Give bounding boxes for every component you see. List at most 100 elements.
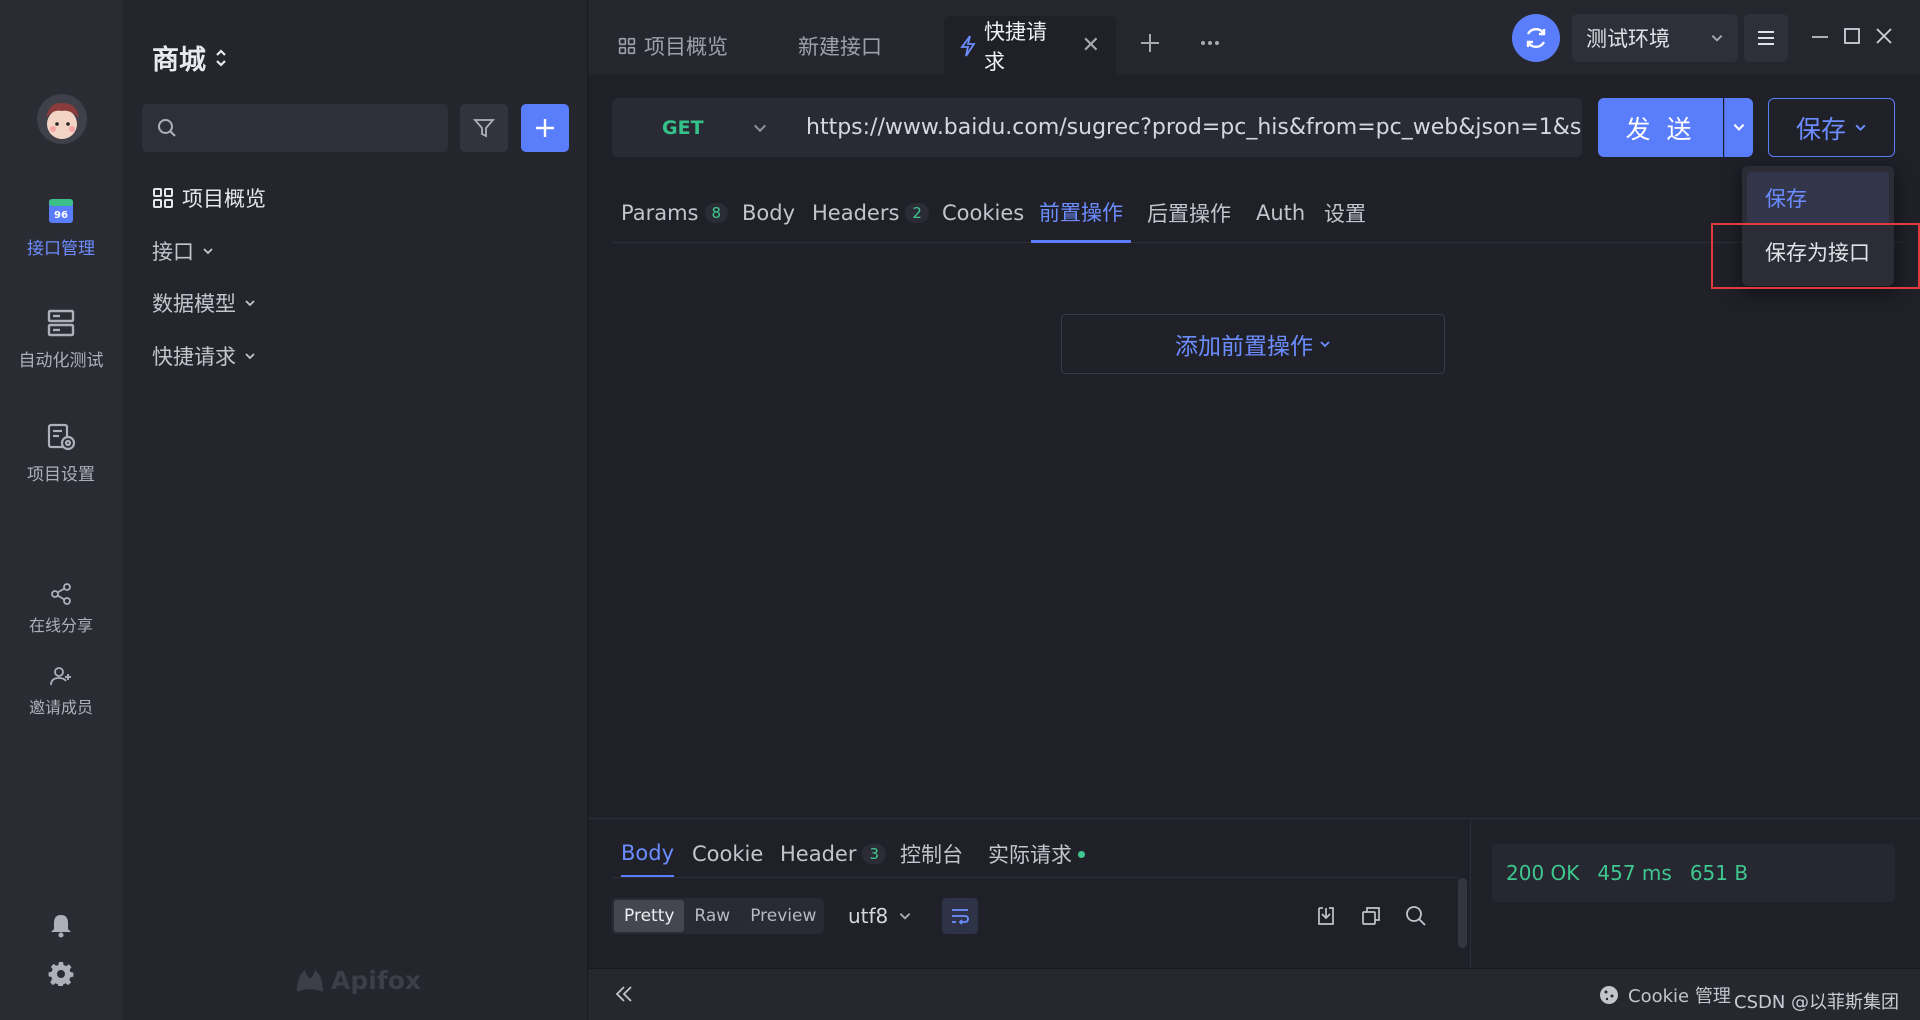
new-tab-button[interactable] [1138, 31, 1162, 55]
method-select[interactable]: GET [612, 98, 790, 157]
send-button[interactable]: 发 送 [1598, 98, 1723, 157]
subtab-post-ops[interactable]: 后置操作 [1147, 183, 1231, 243]
chevron-down-icon [898, 909, 912, 923]
response-tab-header[interactable]: Header 3 [780, 830, 887, 878]
save-button[interactable]: 保存 [1768, 98, 1895, 157]
environment-select[interactable]: 测试环境 [1572, 14, 1738, 62]
view-pretty[interactable]: Pretty [614, 900, 685, 932]
subtab-label: Auth [1256, 201, 1306, 225]
chevron-down-icon [1732, 120, 1746, 134]
subtab-label: 设置 [1324, 202, 1366, 226]
search-input[interactable] [142, 104, 448, 152]
copy-icon[interactable] [1359, 904, 1383, 928]
close-window-icon[interactable] [1872, 24, 1896, 48]
tab-quick-request[interactable]: 快捷请求 ✕ [944, 16, 1116, 75]
apifox-logo-icon [295, 968, 325, 994]
tab-new-api[interactable]: 新建接口 [782, 16, 898, 75]
view-preview[interactable]: Preview [740, 900, 826, 932]
subtab-label: 前置操作 [1039, 200, 1123, 225]
maximize-icon[interactable] [1840, 24, 1864, 48]
cookie-icon [1598, 984, 1620, 1006]
response-status: 200 OK 457 ms 651 B [1492, 844, 1895, 902]
word-wrap-button[interactable] [942, 898, 978, 934]
add-button[interactable] [521, 104, 569, 152]
view-mode-switch: Pretty Raw Preview [612, 898, 824, 934]
chevron-up-down-icon [214, 47, 228, 69]
tree-item-data-models[interactable]: 数据模型 [152, 288, 256, 318]
tree-item-apis[interactable]: 接口 [152, 236, 214, 266]
encoding-label: utf8 [848, 904, 889, 928]
search-icon[interactable] [1404, 904, 1428, 928]
tab-label: 项目概览 [644, 34, 728, 59]
rail-item-api-manage[interactable]: 96 接口管理 [0, 196, 122, 259]
cookie-manager-button[interactable]: Cookie 管理 [1598, 982, 1731, 1008]
tree-item-overview[interactable]: 项目概览 [152, 183, 266, 213]
close-icon[interactable]: ✕ [1082, 33, 1100, 58]
menu-item-label: 保存 [1765, 187, 1807, 211]
watermark: CSDN @以菲斯集团 [1734, 992, 1900, 1013]
cookie-manager-label: Cookie 管理 [1628, 986, 1731, 1007]
tab-label: 新建接口 [798, 34, 882, 59]
tree-item-label: 数据模型 [152, 292, 236, 316]
minimize-icon[interactable] [1808, 24, 1832, 48]
subtab-auth[interactable]: Auth [1256, 183, 1305, 243]
tree-item-label: 接口 [152, 240, 194, 264]
project-name: 商城 [152, 45, 206, 76]
view-raw[interactable]: Raw [684, 900, 740, 932]
avatar[interactable] [37, 94, 87, 144]
tree-item-quick-requests[interactable]: 快捷请求 [152, 341, 256, 371]
plus-icon [533, 116, 557, 140]
subtab-headers[interactable]: Headers 2 [812, 183, 929, 243]
filter-button[interactable] [460, 104, 508, 152]
environment-sync-button[interactable] [1512, 14, 1560, 62]
method-label: GET [662, 116, 704, 139]
search-icon [156, 117, 178, 139]
encoding-select[interactable]: utf8 [848, 898, 912, 934]
chevron-down-icon [1710, 31, 1724, 45]
response-tab-cookie[interactable]: Cookie [692, 830, 763, 878]
response-tab-console[interactable]: 控制台 [900, 830, 963, 878]
gear-icon[interactable] [48, 960, 74, 986]
subtab-params[interactable]: Params 8 [621, 183, 729, 243]
svg-text:96: 96 [54, 210, 68, 221]
count-badge: 3 [862, 844, 887, 864]
subtab-pre-ops[interactable]: 前置操作 [1031, 183, 1131, 243]
tab-overview[interactable]: 项目概览 [602, 16, 744, 75]
tree-item-label: 项目概览 [182, 187, 266, 211]
rail-item-label: 邀请成员 [28, 698, 93, 717]
chevron-down-icon [244, 350, 256, 362]
url-input[interactable]: https://www.baidu.com/sugrec?prod=pc_his… [790, 98, 1582, 157]
tab-label: Body [621, 840, 675, 865]
panel-divider [1470, 818, 1471, 968]
menu-item-save[interactable]: 保存 [1747, 172, 1889, 224]
bell-icon[interactable] [48, 912, 74, 938]
response-tab-actual-request[interactable]: 实际请求 [988, 830, 1085, 878]
save-label: 保存 [1795, 114, 1846, 144]
add-pre-op-button[interactable]: 添加前置操作 [1061, 314, 1445, 374]
rail-item-share[interactable]: 在线分享 [0, 582, 122, 636]
url-text: https://www.baidu.com/sugrec?prod=pc_his… [806, 115, 1582, 140]
tab-underline [612, 877, 1458, 878]
brand-name: Apifox [331, 966, 421, 995]
collapse-sidebar-icon[interactable] [612, 982, 636, 1006]
subtab-cookies[interactable]: Cookies [942, 183, 1024, 243]
subtab-settings[interactable]: 设置 [1324, 183, 1366, 243]
download-icon[interactable] [1314, 904, 1338, 928]
chevron-down-icon [202, 245, 214, 257]
more-icon[interactable] [1198, 31, 1222, 55]
rail-item-project-settings[interactable]: 项目设置 [0, 422, 122, 485]
tab-label: 实际请求 [988, 843, 1072, 867]
send-options-button[interactable] [1724, 98, 1753, 157]
project-switcher[interactable]: 商城 [152, 38, 228, 77]
chevron-down-icon [752, 120, 768, 136]
response-tab-body[interactable]: Body [621, 830, 675, 878]
tab-label: 快捷请求 [984, 19, 1047, 74]
subtab-body[interactable]: Body [742, 183, 795, 243]
rail-item-invite[interactable]: 邀请成员 [0, 664, 122, 718]
environment-label: 测试环境 [1586, 27, 1670, 51]
vertical-scrollbar[interactable] [1458, 878, 1467, 948]
highlight-box [1711, 223, 1920, 289]
refresh-icon [1523, 25, 1549, 51]
rail-item-automation[interactable]: 自动化测试 [0, 308, 122, 371]
menu-button[interactable] [1744, 14, 1788, 62]
